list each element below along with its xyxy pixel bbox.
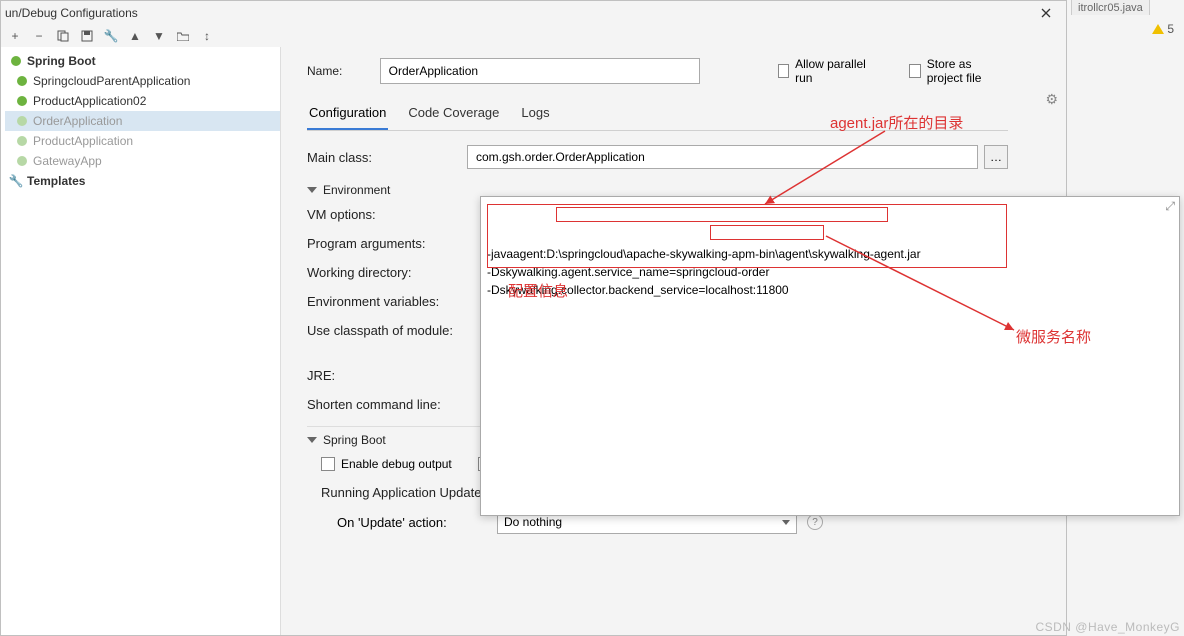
save-icon [81,30,93,42]
tree-root-spring-boot[interactable]: Spring Boot [5,51,280,71]
warning-badge[interactable]: 5 [1152,22,1174,36]
store-project-checkbox[interactable] [909,64,920,78]
tree-item-gatewayapp[interactable]: GatewayApp [5,151,280,171]
env-vars-label: Environment variables: [307,294,467,309]
remove-config-button[interactable]: − [31,28,47,44]
spring-icon [15,74,29,88]
dialog-title: un/Debug Configurations [5,6,138,20]
help-icon[interactable]: ? [807,514,823,530]
main-class-label: Main class: [307,150,467,165]
triangle-down-icon [307,187,317,193]
vm-options-editor[interactable]: ⤢ -javaagent:D:\springcloud\apache-skywa… [480,196,1180,516]
sort-button[interactable]: ↕ [199,28,215,44]
tab-code-coverage[interactable]: Code Coverage [406,99,501,130]
toolbar: + − 🔧 ▲ ▼ ↕ [1,25,1066,47]
shorten-label: Shorten command line: [307,397,507,412]
config-tree: Spring Boot SpringcloudParentApplication… [1,47,281,635]
tab-configuration[interactable]: Configuration [307,99,388,130]
environment-header[interactable]: Environment [307,183,1008,197]
copy-icon [57,30,69,42]
folder-icon [177,31,189,41]
tree-item-label: SpringcloudParentApplication [33,74,190,88]
tree-item-orderapp[interactable]: OrderApplication [5,111,280,131]
jre-label: JRE: [307,368,467,383]
chevron-down-icon [782,520,790,525]
classpath-label: Use classpath of module: [307,323,507,338]
wrench-icon: 🔧 [9,174,23,188]
up-button[interactable]: ▲ [127,28,143,44]
tree-item-productapp[interactable]: ProductApplication [5,131,280,151]
tree-item-label: GatewayApp [33,154,102,168]
store-project-label: Store as project file [927,57,1008,85]
warning-icon [1152,24,1164,34]
spring-icon [15,94,29,108]
tree-item-productapp02[interactable]: ProductApplication02 [5,91,280,111]
spring-icon [15,134,29,148]
folder-button[interactable] [175,28,191,44]
enable-debug-label: Enable debug output [341,457,452,471]
vm-options-text[interactable]: -javaagent:D:\springcloud\apache-skywalk… [487,245,1173,299]
watermark: CSDN @Have_MonkeyG [1035,620,1180,634]
close-icon [1041,8,1051,18]
name-input[interactable] [380,58,700,84]
tree-item-springcloudparent[interactable]: SpringcloudParentApplication [5,71,280,91]
working-dir-label: Working directory: [307,265,467,280]
close-button[interactable] [1030,3,1062,23]
title-bar: un/Debug Configurations [1,1,1066,25]
spring-icon [15,154,29,168]
tree-templates-label: Templates [27,174,85,188]
add-config-button[interactable]: + [7,28,23,44]
spring-boot-header-label: Spring Boot [323,433,386,447]
wrench-button[interactable]: 🔧 [103,28,119,44]
tree-item-label: OrderApplication [33,114,122,128]
main-class-input[interactable] [467,145,978,169]
editor-tab[interactable]: itrollcr05.java [1071,0,1150,15]
collapse-editor-icon[interactable]: ⤢ [1165,199,1175,214]
tree-root-label: Spring Boot [27,54,96,68]
tree-item-label: ProductApplication [33,134,133,148]
allow-parallel-checkbox[interactable] [778,64,789,78]
copy-config-button[interactable] [55,28,71,44]
allow-parallel-label: Allow parallel run [795,57,867,85]
save-config-button[interactable] [79,28,95,44]
on-update-label: On 'Update' action: [337,515,497,530]
config-tabs: Configuration Code Coverage Logs [307,99,1008,131]
warning-count: 5 [1167,22,1174,36]
down-button[interactable]: ▼ [151,28,167,44]
enable-debug-checkbox[interactable] [321,457,335,471]
program-args-label: Program arguments: [307,236,467,251]
triangle-down-icon [307,437,317,443]
tab-logs[interactable]: Logs [519,99,551,130]
on-update-value: Do nothing [504,515,562,529]
main-class-browse-button[interactable]: … [984,145,1008,169]
vm-options-label: VM options: [307,207,467,222]
name-label: Name: [307,64,354,78]
tree-item-label: ProductApplication02 [33,94,146,108]
gear-icon[interactable]: ⚙ [1045,91,1058,108]
spring-icon [9,54,23,68]
environment-header-label: Environment [323,183,390,197]
tree-templates[interactable]: 🔧 Templates [5,171,280,191]
spring-icon [15,114,29,128]
